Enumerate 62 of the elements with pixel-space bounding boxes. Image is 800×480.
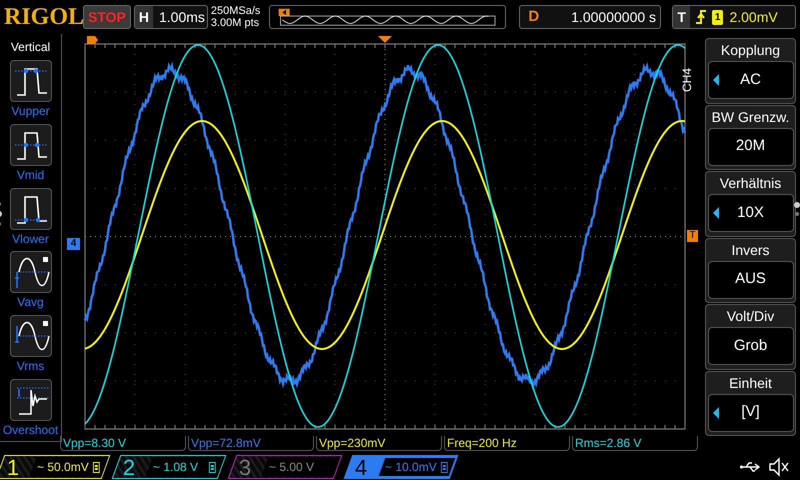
channel-tab[interactable]: 2 ~ 1.08 V (112, 455, 226, 479)
measure-label: Overshoot (2, 422, 58, 440)
mute-icon (768, 457, 790, 477)
trigger-position-icon (87, 36, 98, 44)
trigger-source: 1 (712, 10, 724, 24)
trigger-level: 2.00mV (728, 8, 779, 26)
softkey-value-text: AC (740, 70, 761, 90)
softkey-title: BW Grenzw. (712, 108, 790, 126)
lower-measure-button[interactable] (10, 188, 52, 230)
delay-label: D (527, 6, 540, 27)
menu-softkey[interactable]: BW Grenzw. 20M (705, 104, 796, 170)
measurement-readout: Vpp=8.30 V (60, 436, 186, 451)
softkey-title: Kopplung (720, 41, 780, 60)
rms-measure-button[interactable] (10, 315, 52, 358)
softkey-value-text: AUS (735, 269, 766, 290)
measurement-readout: Vpp=230mV (316, 436, 442, 451)
menu-softkey[interactable]: Volt/Div Grob (705, 304, 796, 370)
softkey-value-text: Grob (734, 336, 768, 356)
measure-label: Vavg (17, 294, 44, 312)
channel-scale: ~ 10.0mV (385, 459, 437, 476)
channel-tab[interactable]: 4 ~ 10.0mV (344, 455, 458, 479)
channel-label: CH4 (679, 68, 695, 92)
overshoot-measure-button[interactable] (10, 379, 52, 422)
measurement-readout: Vpp=72.8mV (188, 436, 314, 451)
channel-marker: 4 (67, 238, 80, 250)
memory-depth: 3.00M pts (210, 17, 260, 29)
channel-scale: ~ 1.08 V (153, 459, 198, 476)
menu-title: Vertical (10, 39, 50, 56)
softkey-title: Invers (731, 240, 770, 260)
delay-value: 1.00000000 s (570, 8, 658, 26)
softkey-title: Verhältnis (720, 174, 782, 193)
channel-scale: ~ 50.0mV (37, 459, 89, 476)
mid-measure-button[interactable] (10, 124, 52, 166)
usb-icon (740, 461, 762, 473)
channel-tab[interactable]: 1 ~ 50.0mV (0, 455, 110, 479)
measure-label: Vrms (16, 358, 44, 376)
menu-softkey[interactable]: Kopplung AC (705, 38, 796, 104)
menu-softkey[interactable]: Invers AUS (705, 238, 796, 303)
trigger-label: T (673, 6, 690, 28)
softkey-title: Volt/Div (726, 307, 774, 326)
softkey-value-text: 20M (736, 136, 766, 156)
softkey-value-text: 10X (737, 202, 764, 223)
measure-label: Vupper (11, 103, 50, 120)
channel-scale: ~ 5.00 V (269, 459, 314, 476)
menu-softkey[interactable]: Verhältnis 10X (705, 171, 796, 236)
horizontal-position-icon (378, 36, 392, 43)
page-indicator-icon (794, 201, 800, 217)
channel-tab[interactable]: 3 ~ 5.00 V (228, 455, 342, 479)
timebase-label: H (134, 6, 153, 28)
upper-measure-button[interactable] (10, 60, 52, 102)
measure-label: Vlower (12, 230, 49, 248)
menu-softkey[interactable]: Einheit [V] (705, 370, 796, 436)
rising-edge-icon (694, 9, 708, 25)
measure-label: Vmid (16, 166, 44, 184)
softkey-title: Einheit (729, 374, 772, 392)
measurement-readout: Rms=2.86 V (572, 436, 698, 451)
trigger-level-marker: T (687, 230, 698, 242)
measurement-readout: Freq=200 Hz (444, 436, 570, 451)
avg-measure-button[interactable] (10, 251, 52, 294)
sample-rate: 250MSa/s (210, 5, 262, 17)
timebase-value: 1.00ms (158, 8, 206, 26)
softkey-value-text: [V] (741, 402, 760, 422)
